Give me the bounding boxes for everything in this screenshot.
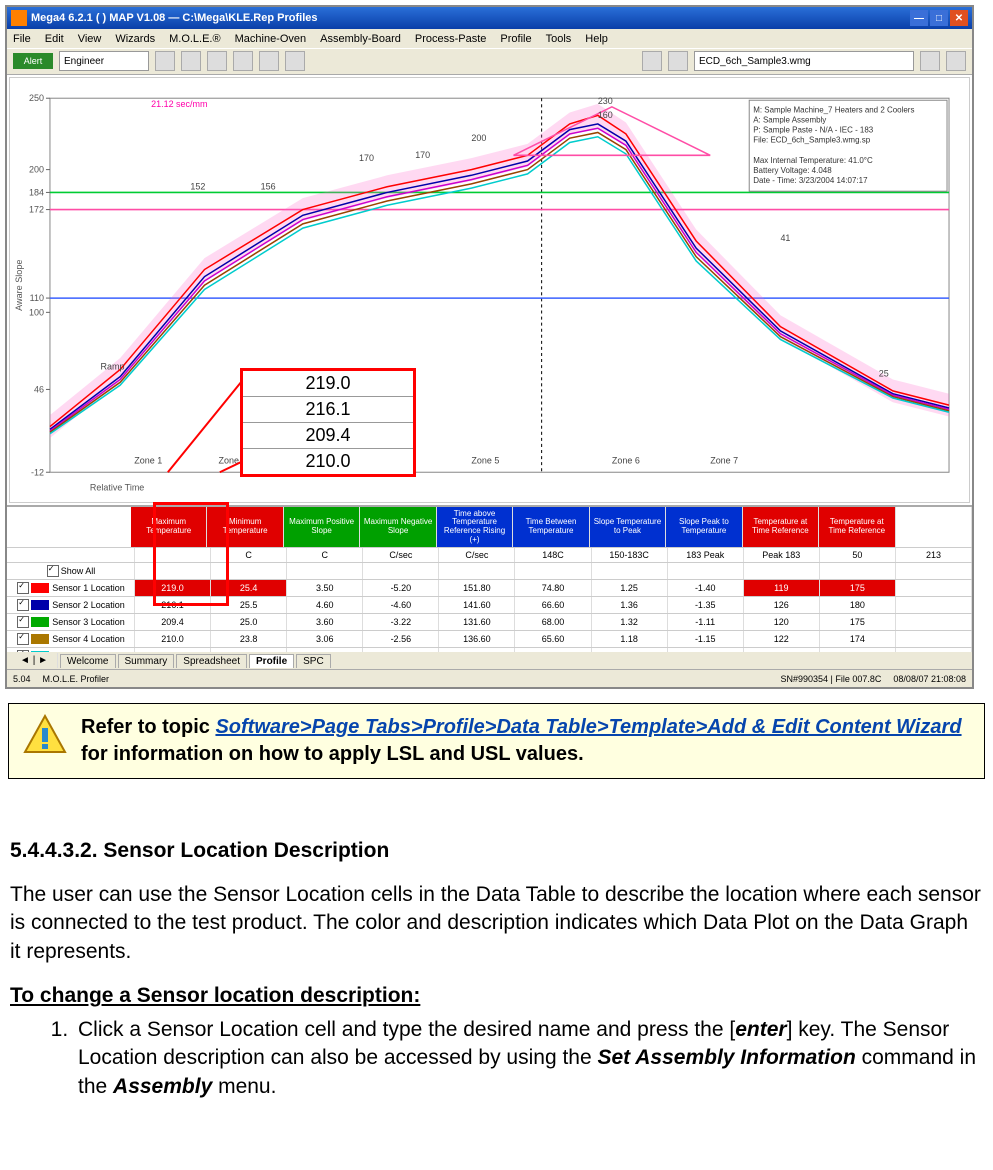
menu-item[interactable]: Tools <box>546 33 572 45</box>
toolbar-icon[interactable] <box>233 51 253 71</box>
menu-item[interactable]: Help <box>585 33 608 45</box>
svg-text:21.12 sec/mm: 21.12 sec/mm <box>151 98 207 108</box>
svg-text:110: 110 <box>30 293 44 303</box>
toolbar-icon[interactable] <box>285 51 305 71</box>
step-item: Click a Sensor Location cell and type th… <box>74 1016 983 1101</box>
section-heading: 5.4.4.3.2. Sensor Location Description <box>10 839 983 863</box>
minimize-button[interactable]: — <box>910 10 928 26</box>
tab-welcome[interactable]: Welcome <box>60 654 116 668</box>
svg-text:250: 250 <box>29 93 44 103</box>
svg-text:200: 200 <box>471 133 486 143</box>
svg-text:100: 100 <box>29 307 44 317</box>
svg-text:Ramp: Ramp <box>101 361 125 371</box>
tab-profile[interactable]: Profile <box>249 654 294 668</box>
menu-item[interactable]: Profile <box>500 33 531 45</box>
svg-text:41: 41 <box>780 232 790 242</box>
toolbar-icon[interactable] <box>259 51 279 71</box>
svg-text:Zone 6: Zone 6 <box>612 455 640 465</box>
svg-text:230: 230 <box>598 95 613 105</box>
svg-text:170: 170 <box>359 153 374 163</box>
data-table: Maximum TemperatureMinimum TemperatureMa… <box>7 505 972 652</box>
maximize-button[interactable]: □ <box>930 10 948 26</box>
sensor-location-cell[interactable]: Sensor 2 Location <box>7 597 135 613</box>
tab-summary[interactable]: Summary <box>118 654 175 668</box>
menu-item[interactable]: Wizards <box>115 33 155 45</box>
app-icon <box>11 10 27 26</box>
app-screenshot: Mega4 6.2.1 ( ) MAP V1.08 — C:\Mega\KLE.… <box>5 5 974 689</box>
svg-text:Battery Voltage: 4.048: Battery Voltage: 4.048 <box>753 166 832 175</box>
svg-text:M: Sample Machine_7 Heaters an: M: Sample Machine_7 Heaters and 2 Cooler… <box>753 105 914 114</box>
svg-text:156: 156 <box>261 181 276 191</box>
svg-text:184: 184 <box>29 187 44 197</box>
sensor-location-cell[interactable]: Show All <box>7 563 135 579</box>
menu-item[interactable]: Edit <box>45 33 64 45</box>
zoom-callout: 219.0 216.1 209.4 210.0 <box>240 368 416 477</box>
tip-text: Refer to topic Software>Page Tabs>Profil… <box>81 714 970 768</box>
status-badge: Alert <box>13 53 53 69</box>
svg-text:46: 46 <box>34 384 44 394</box>
highlight-sensor-column <box>153 502 229 606</box>
menu-item[interactable]: Assembly-Board <box>320 33 401 45</box>
menu-item[interactable]: View <box>78 33 102 45</box>
svg-text:172: 172 <box>29 204 44 214</box>
svg-text:25: 25 <box>879 368 889 378</box>
tip-link[interactable]: Software>Page Tabs>Profile>Data Table>Te… <box>215 716 961 738</box>
tip-icon <box>23 714 67 758</box>
titlebar: Mega4 6.2.1 ( ) MAP V1.08 — C:\Mega\KLE.… <box>7 7 972 29</box>
toolbar-icon[interactable] <box>642 51 662 71</box>
menu-item[interactable]: M.O.L.E.® <box>169 33 221 45</box>
sensor-location-cell[interactable]: Sensor 3 Location <box>7 614 135 630</box>
menu-item[interactable]: Process-Paste <box>415 33 487 45</box>
close-button[interactable]: ✕ <box>950 10 968 26</box>
svg-text:160: 160 <box>598 110 613 120</box>
statusbar: 5.04 M.O.L.E. Profiler SN#990354 | File … <box>7 669 972 687</box>
toolbar: Alert Engineer ECD_6ch_Sample3.wmg <box>7 48 972 74</box>
subheading: To change a Sensor location description: <box>10 984 983 1008</box>
svg-text:P: Sample Paste - N/A - IEC -: P: Sample Paste - N/A - IEC - 183 <box>753 125 874 134</box>
toolbar-icon[interactable] <box>668 51 688 71</box>
menu-item[interactable]: Machine-Oven <box>235 33 307 45</box>
section-paragraph: The user can use the Sensor Location cel… <box>10 881 983 966</box>
role-select[interactable]: Engineer <box>59 51 149 71</box>
toolbar-icon[interactable] <box>181 51 201 71</box>
svg-text:-12: -12 <box>31 467 44 477</box>
toolbar-icon[interactable] <box>155 51 175 71</box>
document-body: 5.4.4.3.2. Sensor Location Description T… <box>0 793 993 1121</box>
toolbar-icon[interactable] <box>946 51 966 71</box>
svg-text:200: 200 <box>29 164 44 174</box>
sensor-location-cell[interactable]: Sensor 1 Location <box>7 580 135 596</box>
tip-box: Refer to topic Software>Page Tabs>Profil… <box>8 703 985 779</box>
svg-text:A: Sample Assembly: A: Sample Assembly <box>753 115 826 124</box>
toolbar-icon[interactable] <box>207 51 227 71</box>
svg-text:Zone 1: Zone 1 <box>134 455 162 465</box>
svg-text:152: 152 <box>190 181 205 191</box>
svg-text:Date - Time: 3/23/2004 14:07:1: Date - Time: 3/23/2004 14:07:17 <box>753 176 868 185</box>
svg-text:Aware Slope: Aware Slope <box>14 259 24 310</box>
svg-text:170: 170 <box>415 150 430 160</box>
svg-text:Zone 5: Zone 5 <box>471 455 499 465</box>
file-select[interactable]: ECD_6ch_Sample3.wmg <box>694 51 914 71</box>
menubar: File Edit View Wizards M.O.L.E.® Machine-Oven… <box>7 29 972 48</box>
tab-spc[interactable]: SPC <box>296 654 331 668</box>
svg-text:Relative Time: Relative Time <box>90 482 144 492</box>
svg-text:File: ECD_6ch_Sample3.wmg.sp: File: ECD_6ch_Sample3.wmg.sp <box>753 135 870 144</box>
sensor-location-cell[interactable]: Sensor 4 Location <box>7 631 135 647</box>
tab-spreadsheet[interactable]: Spreadsheet <box>176 654 247 668</box>
menu-item[interactable]: File <box>13 33 31 45</box>
svg-text:Max Internal Temperature: 41.0: Max Internal Temperature: 41.0°C <box>753 155 873 164</box>
svg-text:Zone 7: Zone 7 <box>710 455 738 465</box>
tab-strip: ◄ | ►WelcomeSummarySpreadsheetProfileSPC <box>7 652 972 669</box>
toolbar-icon[interactable] <box>920 51 940 71</box>
window-title: Mega4 6.2.1 ( ) MAP V1.08 — C:\Mega\KLE.… <box>31 12 318 24</box>
profile-chart: -12 46 100 110 172 184 200 250 21.12 sec/mm 152 15… <box>9 77 970 504</box>
